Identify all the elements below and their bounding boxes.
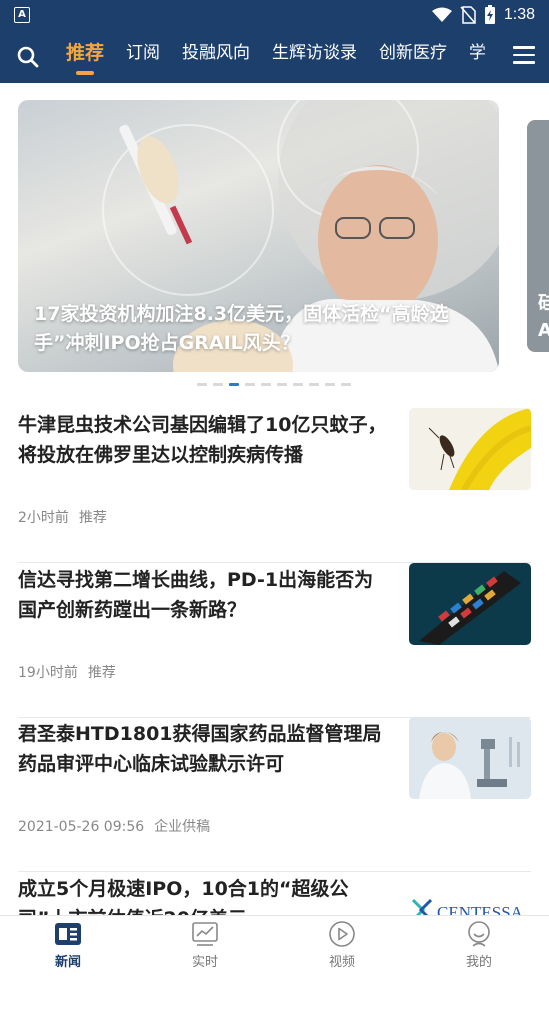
channel-tabs: 推荐 订阅 投融风向 生辉访谈录 创新医疗学	[66, 32, 506, 83]
news-meta: 19小时前 推荐	[18, 662, 116, 682]
news-thumbnail	[409, 563, 531, 645]
carousel-dot	[293, 383, 303, 386]
news-time: 2021-05-26 09:56	[18, 819, 145, 835]
carousel-dots	[197, 383, 351, 386]
status-indicators: 1:38	[431, 5, 535, 25]
profile-icon	[468, 921, 490, 947]
clock-time: 1:38	[503, 6, 535, 23]
bottom-tab-label: 视频	[328, 955, 355, 970]
bottom-nav-bar: 新闻 实时 视频 我的	[0, 915, 549, 977]
tab-innovative-medical[interactable]: 创新医疗	[379, 32, 447, 74]
news-title: 信达寻找第二增长曲线，PD-1出海能否为国产创新药蹚出一条新路？	[18, 569, 374, 621]
realtime-chart-icon	[192, 922, 218, 946]
carousel-dot	[341, 383, 351, 386]
news-title: 君圣泰HTD1801获得国家药品监督管理局药品审评中心临床试验默示许可	[18, 723, 382, 775]
bottom-tab-label: 我的	[465, 955, 492, 970]
no-sim-icon	[460, 6, 476, 24]
tabs-fade	[479, 32, 509, 83]
bottom-tab-realtime[interactable]: 实时	[170, 920, 240, 970]
news-item[interactable]: 君圣泰HTD1801获得国家药品监督管理局药品审评中心临床试验默示许可 2021…	[18, 717, 531, 872]
news-thumbnail	[409, 408, 531, 490]
top-nav-bar: 推荐 订阅 投融风向 生辉访谈录 创新医疗学	[0, 32, 549, 83]
carousel-dot	[245, 383, 255, 386]
news-time: 2小时前	[18, 510, 69, 526]
news-tag: 推荐	[78, 510, 107, 526]
news-meta: 2021-05-26 09:56 企业供稿	[18, 816, 210, 836]
news-tag: 推荐	[87, 665, 116, 681]
carousel-dot	[309, 383, 319, 386]
bottom-tab-label: 新闻	[54, 955, 81, 970]
news-title: 牛津昆虫技术公司基因编辑了10亿只蚊子，将投放在佛罗里达以控制疾病传播	[18, 414, 387, 466]
news-meta: 2小时前 推荐	[18, 507, 107, 527]
play-circle-icon	[329, 921, 355, 947]
banner-slide[interactable]: 17家投资机构加注8.3亿美元，固体活检“高龄选手”冲刺IPO抢占GRAIL风头…	[18, 100, 499, 372]
carousel-dot	[213, 383, 223, 386]
battery-icon	[484, 5, 495, 24]
news-icon	[55, 923, 81, 945]
news-item[interactable]: 信达寻找第二增长曲线，PD-1出海能否为国产创新药蹚出一条新路？ 19小时前 推荐	[18, 563, 531, 718]
status-bar: A 1:38	[0, 0, 549, 32]
tab-investment[interactable]: 投融风向	[182, 32, 250, 74]
menu-icon[interactable]	[513, 46, 535, 68]
bottom-tab-news[interactable]: 新闻	[33, 920, 103, 970]
tab-recommend[interactable]: 推荐	[66, 32, 104, 75]
bottom-tab-label: 实时	[191, 955, 218, 970]
banner-next-peek[interactable]: 硅A	[527, 120, 549, 352]
banner-caption: 17家投资机构加注8.3亿美元，固体活检“高龄选手”冲刺IPO抢占GRAIL风头…	[34, 303, 449, 354]
carousel-dot	[261, 383, 271, 386]
bottom-tab-video[interactable]: 视频	[307, 920, 377, 970]
bottom-tab-mine[interactable]: 我的	[444, 920, 514, 970]
carousel-dot	[197, 383, 207, 386]
carousel-dot	[277, 383, 287, 386]
news-item[interactable]: 牛津昆虫技术公司基因编辑了10亿只蚊子，将投放在佛罗里达以控制疾病传播 2小时前…	[18, 408, 531, 563]
news-thumbnail	[409, 717, 531, 799]
search-icon[interactable]	[16, 45, 40, 69]
app-notification-icon: A	[14, 7, 30, 23]
news-time: 19小时前	[18, 665, 78, 681]
banner-next-text: 硅A	[538, 293, 549, 341]
tab-interviews[interactable]: 生辉访谈录	[272, 32, 357, 74]
news-tag: 企业供稿	[154, 819, 211, 835]
carousel-dot	[325, 383, 335, 386]
wifi-icon	[431, 7, 452, 22]
tab-subscribe[interactable]: 订阅	[126, 32, 160, 74]
carousel-dot-active	[229, 383, 239, 386]
